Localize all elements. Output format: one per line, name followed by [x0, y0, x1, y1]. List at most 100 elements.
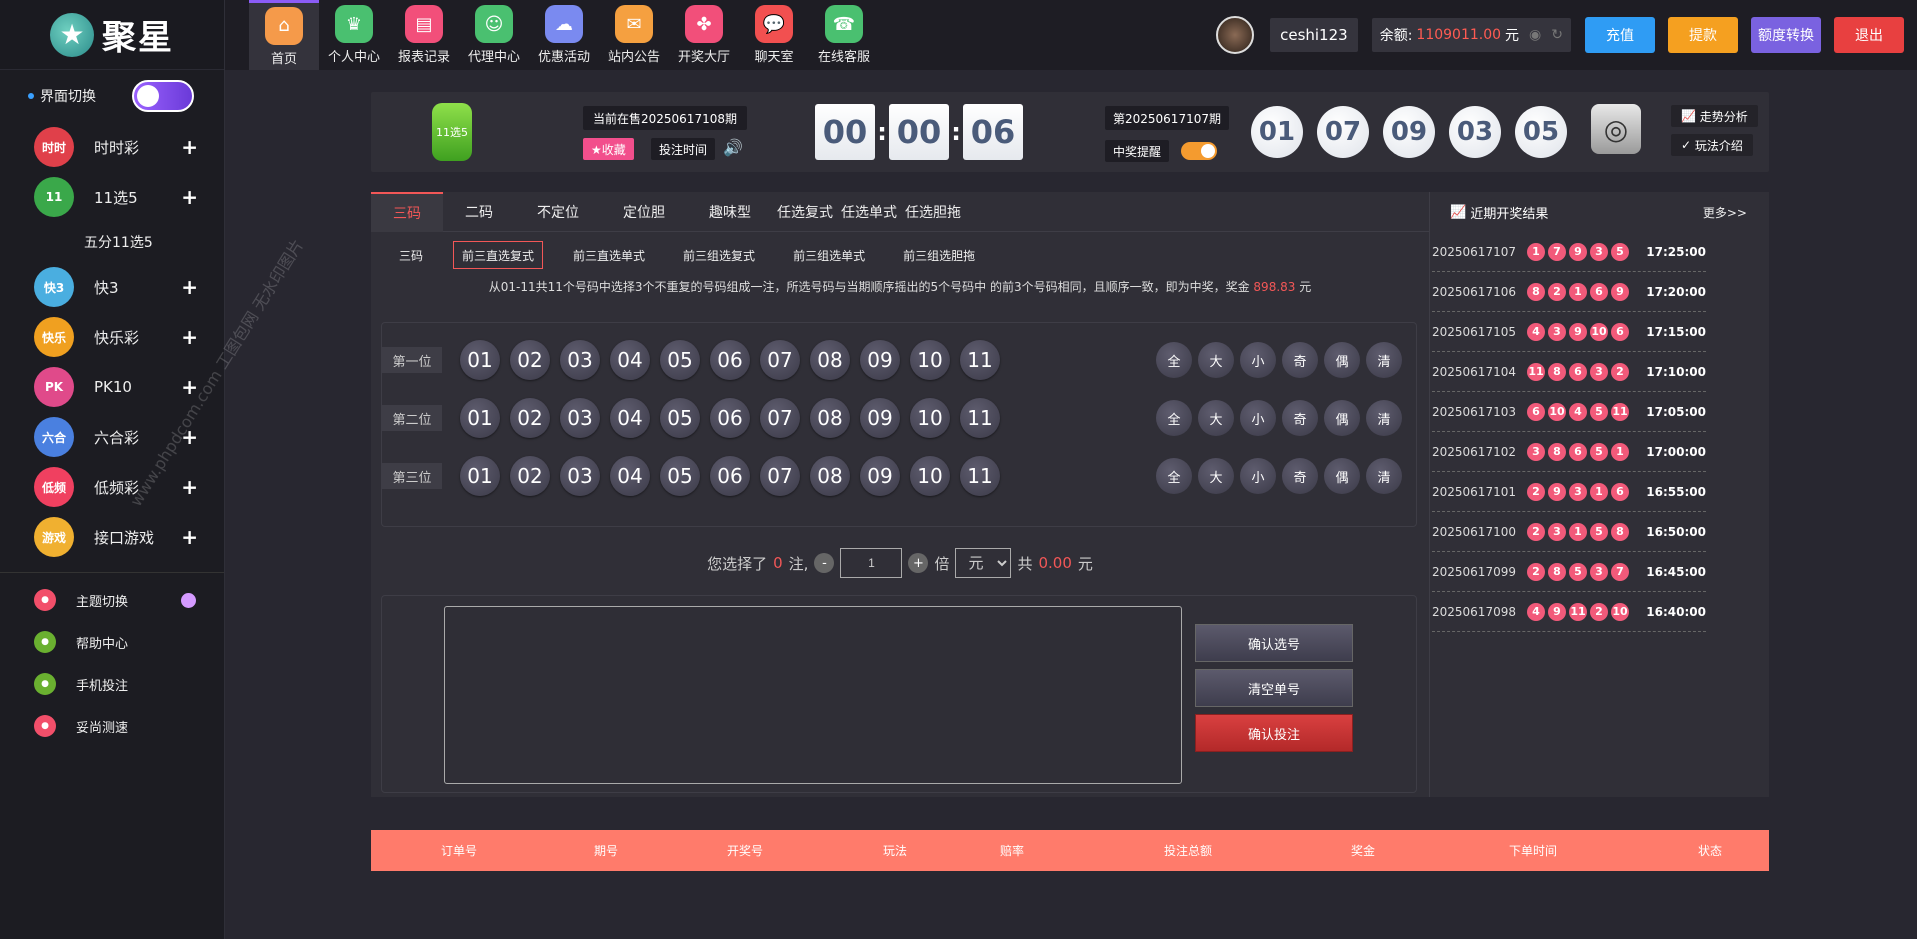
- refresh-icon[interactable]: ↻: [1551, 27, 1563, 43]
- number-ball[interactable]: 11: [960, 398, 1000, 438]
- quick-select-button[interactable]: 全: [1156, 400, 1192, 436]
- number-ball[interactable]: 08: [810, 340, 850, 380]
- number-ball[interactable]: 11: [960, 340, 1000, 380]
- selected-numbers-textarea[interactable]: [444, 606, 1182, 784]
- subtab-5[interactable]: 前三组选胆拖: [895, 241, 983, 269]
- quick-select-button[interactable]: 全: [1156, 458, 1192, 494]
- number-ball[interactable]: 10: [910, 340, 950, 380]
- sidebar-util-mobile-bet[interactable]: ● 手机投注: [0, 663, 224, 705]
- number-ball[interactable]: 01: [460, 456, 500, 496]
- subtab-3[interactable]: 前三组选复式: [675, 241, 763, 269]
- expand-plus-icon[interactable]: +: [181, 135, 198, 159]
- number-ball[interactable]: 11: [960, 456, 1000, 496]
- number-ball[interactable]: 04: [610, 398, 650, 438]
- nav-item-home[interactable]: ⌂ 首页: [249, 0, 319, 70]
- sidebar-item-dpc[interactable]: 低频 低频彩 +: [0, 462, 224, 512]
- number-ball[interactable]: 03: [560, 340, 600, 380]
- number-ball[interactable]: 08: [810, 456, 850, 496]
- number-ball[interactable]: 01: [460, 340, 500, 380]
- quick-select-button[interactable]: 小: [1240, 400, 1276, 436]
- nav-item-crown[interactable]: ♛ 个人中心: [319, 0, 389, 70]
- number-ball[interactable]: 02: [510, 340, 550, 380]
- number-ball[interactable]: 07: [760, 340, 800, 380]
- number-ball[interactable]: 10: [910, 456, 950, 496]
- number-ball[interactable]: 02: [510, 456, 550, 496]
- number-ball[interactable]: 09: [860, 456, 900, 496]
- ui-switch-toggle[interactable]: [132, 80, 194, 112]
- favorite-button[interactable]: ★收藏: [583, 138, 634, 160]
- quick-select-button[interactable]: 偶: [1324, 342, 1360, 378]
- number-ball[interactable]: 03: [560, 398, 600, 438]
- sidebar-item-lhc[interactable]: 六合 六合彩 +: [0, 412, 224, 462]
- sidebar-item-ssc[interactable]: 时时 时时彩 +: [0, 122, 224, 172]
- tab-play-7[interactable]: 任选胆拖: [901, 192, 965, 232]
- clear-button[interactable]: 清空单号: [1195, 669, 1353, 707]
- plus-button[interactable]: +: [908, 553, 929, 573]
- minus-button[interactable]: -: [814, 553, 835, 573]
- sidebar-item-11x5[interactable]: 11 11选5 +: [0, 172, 224, 222]
- quick-select-button[interactable]: 小: [1240, 342, 1276, 378]
- lottery-machine-icon[interactable]: ◎: [1591, 104, 1641, 154]
- tab-play-6[interactable]: 任选单式: [837, 192, 901, 232]
- expand-plus-icon[interactable]: +: [181, 375, 198, 399]
- sidebar-item-klc[interactable]: 快乐 快乐彩 +: [0, 312, 224, 362]
- number-ball[interactable]: 01: [460, 398, 500, 438]
- bet-time-button[interactable]: 投注时间: [651, 138, 716, 160]
- rule-intro-link[interactable]: ✓ 玩法介绍: [1671, 134, 1753, 156]
- quick-select-button[interactable]: 奇: [1282, 458, 1318, 494]
- number-ball[interactable]: 02: [510, 398, 550, 438]
- quick-select-button[interactable]: 奇: [1282, 342, 1318, 378]
- expand-plus-icon[interactable]: +: [181, 275, 198, 299]
- theme-color-dot[interactable]: [181, 592, 196, 608]
- sidebar-item-pk10[interactable]: PK PK10 +: [0, 362, 224, 412]
- number-ball[interactable]: 07: [760, 398, 800, 438]
- subtab-2[interactable]: 前三直选单式: [565, 241, 653, 269]
- expand-plus-icon[interactable]: +: [181, 425, 198, 449]
- confirm-bet-button[interactable]: 确认投注: [1195, 714, 1353, 752]
- expand-plus-icon[interactable]: +: [181, 525, 198, 549]
- quick-select-button[interactable]: 清: [1366, 458, 1402, 494]
- eye-icon[interactable]: ◉: [1529, 27, 1541, 43]
- quick-select-button[interactable]: 清: [1366, 400, 1402, 436]
- quick-select-button[interactable]: 大: [1198, 458, 1234, 494]
- number-ball[interactable]: 09: [860, 340, 900, 380]
- quick-select-button[interactable]: 奇: [1282, 400, 1318, 436]
- nav-item-chat[interactable]: 💬 聊天室: [739, 0, 809, 70]
- username[interactable]: ceshi123: [1270, 18, 1358, 52]
- sidebar-item-k3[interactable]: 快3 快3 +: [0, 262, 224, 312]
- nav-item-agent[interactable]: ☺ 代理中心: [459, 0, 529, 70]
- number-ball[interactable]: 09: [860, 398, 900, 438]
- speaker-icon[interactable]: 🔊: [723, 138, 743, 157]
- number-ball[interactable]: 04: [610, 340, 650, 380]
- quick-select-button[interactable]: 偶: [1324, 458, 1360, 494]
- tab-play-1[interactable]: 二码: [443, 192, 515, 232]
- number-ball[interactable]: 05: [660, 398, 700, 438]
- subtab-0[interactable]: 三码: [391, 241, 431, 269]
- quick-select-button[interactable]: 偶: [1324, 400, 1360, 436]
- sidebar-subitem[interactable]: 五分11选5: [0, 222, 224, 262]
- number-ball[interactable]: 05: [660, 340, 700, 380]
- nav-item-promo[interactable]: ☁ 优惠活动: [529, 0, 599, 70]
- subtab-1[interactable]: 前三直选复式: [453, 241, 544, 269]
- expand-plus-icon[interactable]: +: [181, 325, 198, 349]
- confirm-select-button[interactable]: 确认选号: [1195, 624, 1353, 662]
- sidebar-util-theme[interactable]: ● 主题切换: [0, 579, 224, 621]
- unit-select[interactable]: 元: [955, 548, 1012, 578]
- quick-select-button[interactable]: 大: [1198, 342, 1234, 378]
- number-ball[interactable]: 10: [910, 398, 950, 438]
- quick-select-button[interactable]: 清: [1366, 342, 1402, 378]
- number-ball[interactable]: 06: [710, 398, 750, 438]
- number-ball[interactable]: 06: [710, 456, 750, 496]
- number-ball[interactable]: 07: [760, 456, 800, 496]
- quick-select-button[interactable]: 小: [1240, 458, 1276, 494]
- tab-play-4[interactable]: 趣味型: [687, 192, 773, 232]
- expand-plus-icon[interactable]: +: [181, 185, 198, 209]
- number-ball[interactable]: 05: [660, 456, 700, 496]
- subtab-4[interactable]: 前三组选单式: [785, 241, 873, 269]
- expand-plus-icon[interactable]: +: [181, 475, 198, 499]
- top-button-0[interactable]: 充值: [1585, 17, 1655, 53]
- sidebar-util-help[interactable]: ● 帮助中心: [0, 621, 224, 663]
- number-ball[interactable]: 08: [810, 398, 850, 438]
- tab-play-3[interactable]: 定位胆: [601, 192, 687, 232]
- tab-play-0[interactable]: 三码: [371, 192, 443, 232]
